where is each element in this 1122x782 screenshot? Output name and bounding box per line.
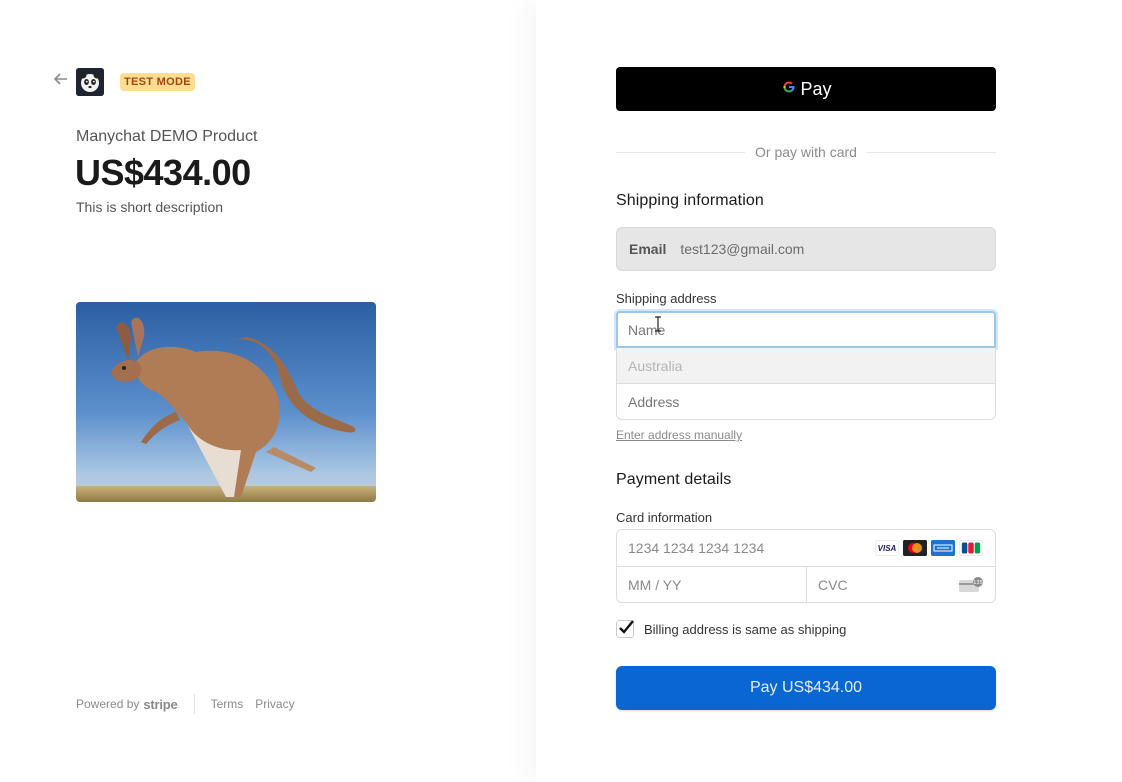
card-brands: VISA <box>875 540 983 556</box>
terms-link[interactable]: Terms <box>211 697 244 711</box>
product-image <box>76 302 376 502</box>
card-cvc-input[interactable]: CVC 135 <box>807 567 995 602</box>
privacy-link[interactable]: Privacy <box>255 697 294 711</box>
text-cursor-icon <box>655 316 661 332</box>
enter-address-manually-link[interactable]: Enter address manually <box>616 428 742 442</box>
shipping-info-heading: Shipping information <box>616 192 764 209</box>
product-price: US$434.00 <box>75 152 251 193</box>
divider-line <box>616 151 746 153</box>
cvc-card-icon: 135 <box>959 577 983 593</box>
or-divider: Or pay with card <box>616 142 996 162</box>
card-number-input[interactable]: 1234 1234 1234 1234 VISA <box>617 530 995 567</box>
google-pay-label: Pay <box>800 78 832 99</box>
visa-icon: VISA <box>875 540 899 556</box>
footer-divider <box>193 694 195 714</box>
name-input[interactable]: Name <box>616 311 996 348</box>
product-name: Manychat DEMO Product <box>76 128 258 145</box>
card-expiry-input[interactable]: MM / YY <box>617 567 807 602</box>
card-number-placeholder: 1234 1234 1234 1234 <box>628 540 765 556</box>
powered-by-text: Powered by <box>76 697 140 711</box>
panda-logo-icon[interactable] <box>76 68 104 96</box>
checkout-form-panel: Pay Or pay with card Shipping informatio… <box>536 0 1122 782</box>
svg-text:135: 135 <box>973 580 983 586</box>
country-select[interactable]: Australia <box>616 348 996 383</box>
email-field[interactable]: Email test123@gmail.com <box>616 227 996 271</box>
pay-button[interactable]: Pay US$434.00 <box>616 666 996 710</box>
mastercard-icon <box>903 540 927 556</box>
email-label: Email <box>629 241 667 257</box>
email-value: test123@gmail.com <box>680 241 805 257</box>
google-pay-button[interactable]: Pay <box>616 67 996 111</box>
test-mode-badge: TEST MODE <box>120 73 195 91</box>
arrow-left-icon[interactable] <box>53 72 70 90</box>
google-g-icon <box>780 78 798 101</box>
stripe-logo[interactable]: stripe <box>143 697 177 712</box>
shipping-address-label: Shipping address <box>616 291 717 306</box>
or-pay-with-card-text: Or pay with card <box>755 144 857 160</box>
billing-same-label: Billing address is same as shipping <box>644 621 847 637</box>
billing-same-checkbox[interactable] <box>616 620 634 638</box>
payment-details-heading: Payment details <box>616 471 732 488</box>
jcb-icon <box>959 540 983 556</box>
product-description: This is short description <box>76 199 224 215</box>
card-row-expiry-cvc: MM / YY CVC 135 <box>617 567 995 602</box>
product-summary-panel: TEST MODE Manychat DEMO Product US$434.0… <box>0 0 536 782</box>
address-input[interactable]: Address <box>616 383 996 420</box>
shipping-address-group: Name Australia Address <box>616 311 996 420</box>
cvc-placeholder: CVC <box>818 576 848 593</box>
footer: Powered by stripe Terms Privacy <box>76 694 307 714</box>
amex-icon <box>931 540 955 556</box>
billing-same-row[interactable]: Billing address is same as shipping <box>616 620 846 638</box>
card-input-group: 1234 1234 1234 1234 VISA MM / YY CVC 135 <box>616 529 996 603</box>
card-information-label: Card information <box>616 510 713 525</box>
divider-line <box>866 151 996 153</box>
